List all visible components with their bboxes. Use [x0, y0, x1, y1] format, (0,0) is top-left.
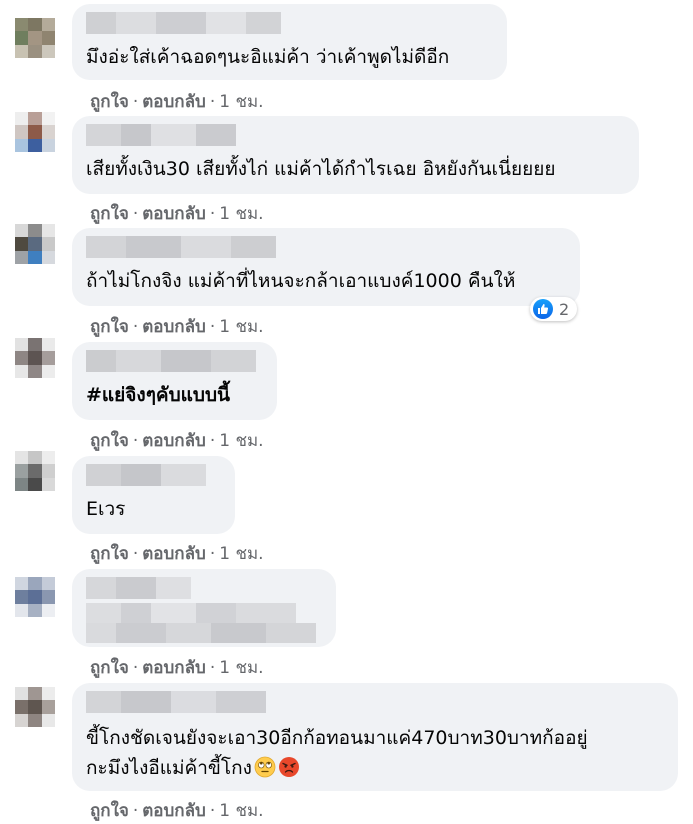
comment-text-line2: กะมึงไงอีแม่ค้าขี้โกง [86, 753, 300, 783]
avatar[interactable] [15, 224, 55, 264]
comment-text: Eเวร [86, 498, 126, 520]
reaction-count: 2 [559, 299, 570, 319]
author-name-redacted[interactable] [86, 350, 256, 372]
comment-text-redacted [86, 623, 316, 643]
comment-bubble [72, 569, 336, 647]
timestamp[interactable]: 1 ชม. [219, 658, 263, 678]
author-name-redacted[interactable] [86, 691, 266, 713]
comment-text-line1: ขี้โกงชัดเจนยังจะเอา30อีกก้อทอนมาแค่470บ… [86, 727, 588, 749]
comment-bubble: ถ้าไม่โกงจิง แม่ค้าที่ไหนจะกล้าเอาแบงค์1… [72, 228, 580, 306]
reply-action[interactable]: ตอบกลับ [142, 544, 206, 564]
reply-action[interactable]: ตอบกลับ [142, 317, 206, 337]
timestamp[interactable]: 1 ชม. [219, 544, 263, 564]
like-action[interactable]: ถูกใจ [90, 431, 129, 451]
reply-action[interactable]: ตอบกลับ [142, 204, 206, 224]
reaction-summary[interactable]: 2 [530, 297, 578, 321]
comment-actions: ถูกใจ · ตอบกลับ · 1 ชม. [90, 544, 264, 564]
avatar[interactable] [15, 112, 55, 152]
like-action[interactable]: ถูกใจ [90, 801, 129, 821]
avatar[interactable] [15, 451, 55, 491]
comment-bubble: มึงอ่ะใส่เค้าฉอดๆนะอิแม่ค้า ว่าเค้าพูดไม… [72, 4, 507, 80]
angry-face-emoji-icon [278, 757, 299, 777]
comment-text: #แย่จิงๆคับแบบนี้ [86, 384, 231, 406]
like-action[interactable]: ถูกใจ [90, 658, 129, 678]
comment-bubble: เสียทั้งเงิน30 เสียทั้งไก่ แม่ค้าได้กำไร… [72, 116, 639, 194]
comment-bubble: Eเวร [72, 456, 235, 534]
timestamp[interactable]: 1 ชม. [219, 92, 263, 112]
author-name-redacted[interactable] [86, 236, 276, 258]
reply-action[interactable]: ตอบกลับ [142, 658, 206, 678]
comment-actions: ถูกใจ · ตอบกลับ · 1 ชม. [90, 204, 264, 224]
comment-actions: ถูกใจ · ตอบกลับ · 1 ชม. [90, 92, 264, 112]
like-action[interactable]: ถูกใจ [90, 204, 129, 224]
comment-bubble: ขี้โกงชัดเจนยังจะเอา30อีกก้อทอนมาแค่470บ… [72, 683, 678, 791]
comment-text: มึงอ่ะใส่เค้าฉอดๆนะอิแม่ค้า ว่าเค้าพูดไม… [86, 46, 450, 68]
timestamp[interactable]: 1 ชม. [219, 431, 263, 451]
author-name-redacted[interactable] [86, 124, 236, 146]
thumbs-up-icon [533, 299, 553, 319]
comment-actions: ถูกใจ · ตอบกลับ · 1 ชม. [90, 801, 264, 821]
reply-action[interactable]: ตอบกลับ [142, 801, 206, 821]
avatar[interactable] [15, 338, 55, 378]
avatar[interactable] [15, 687, 55, 727]
rolling-eyes-emoji-icon [254, 756, 276, 778]
like-action[interactable]: ถูกใจ [90, 92, 129, 112]
comment-text-redacted [86, 603, 296, 623]
avatar[interactable] [15, 577, 55, 617]
author-name-redacted[interactable] [86, 464, 206, 486]
reply-action[interactable]: ตอบกลับ [142, 431, 206, 451]
timestamp[interactable]: 1 ชม. [219, 204, 263, 224]
reply-action[interactable]: ตอบกลับ [142, 92, 206, 112]
like-action[interactable]: ถูกใจ [90, 317, 129, 337]
author-name-redacted[interactable] [86, 12, 281, 34]
like-action[interactable]: ถูกใจ [90, 544, 129, 564]
timestamp[interactable]: 1 ชม. [219, 317, 263, 337]
comment-actions: ถูกใจ · ตอบกลับ · 1 ชม. [90, 658, 264, 678]
comment-text: ถ้าไม่โกงจิง แม่ค้าที่ไหนจะกล้าเอาแบงค์1… [86, 270, 516, 292]
comment-bubble: #แย่จิงๆคับแบบนี้ [72, 342, 277, 420]
avatar[interactable] [15, 18, 55, 58]
comment-text: เสียทั้งเงิน30 เสียทั้งไก่ แม่ค้าได้กำไร… [86, 158, 556, 180]
comment-actions: ถูกใจ · ตอบกลับ · 1 ชม. [90, 431, 264, 451]
author-name-redacted[interactable] [86, 577, 191, 599]
comment-actions: ถูกใจ · ตอบกลับ · 1 ชม. [90, 317, 264, 337]
timestamp[interactable]: 1 ชม. [219, 801, 263, 821]
